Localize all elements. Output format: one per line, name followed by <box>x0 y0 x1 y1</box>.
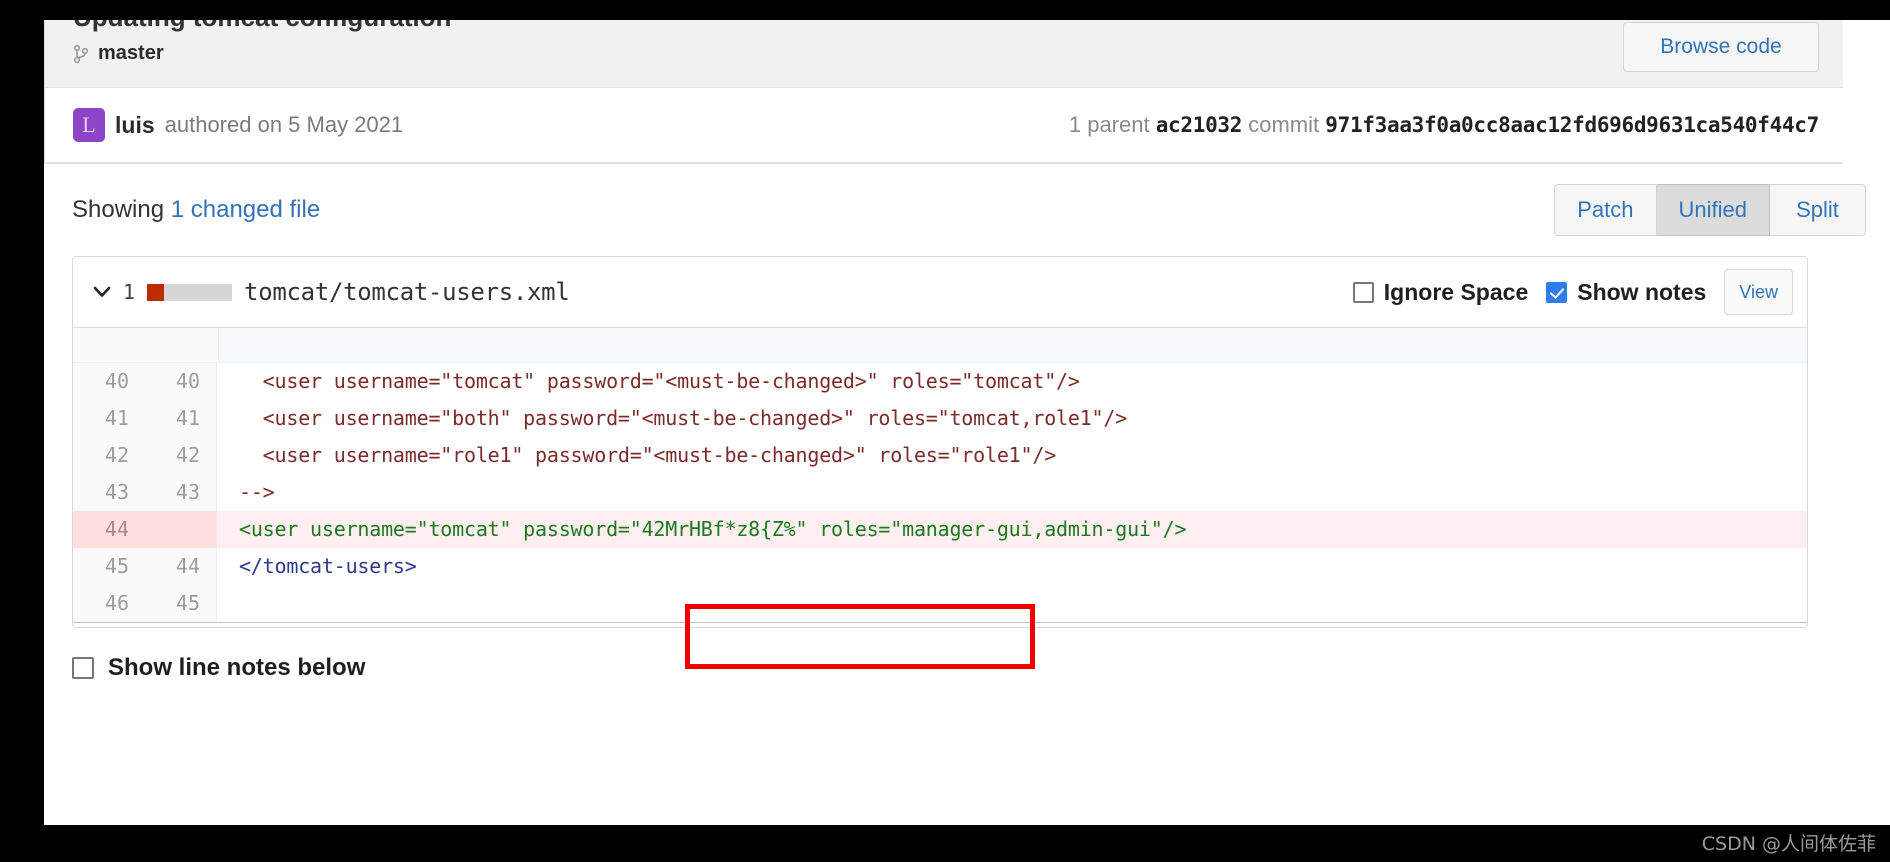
chevron-down-icon[interactable] <box>93 282 111 302</box>
parent-label: 1 parent <box>1068 112 1150 137</box>
view-file-button[interactable]: View <box>1724 269 1793 315</box>
diff-line[interactable]: 42 42 <user username="role1" password="<… <box>73 437 1807 474</box>
diff-line-removed[interactable]: 44 <user username="tomcat" password="42M… <box>73 511 1807 548</box>
changed-files-link[interactable]: 1 changed file <box>171 196 320 223</box>
ignore-space-checkbox[interactable] <box>1352 281 1374 303</box>
commit-header: Updating tomcat configuration master Br <box>45 20 1843 88</box>
new-line-number: 40 <box>145 363 217 400</box>
new-line-number <box>145 511 217 548</box>
commit-sha[interactable]: 971f3aa3f0a0cc8aac12fd696d9631ca540f44c7 <box>1325 113 1819 137</box>
show-line-notes-checkbox[interactable] <box>72 657 94 679</box>
old-line-number: 41 <box>73 400 145 437</box>
old-line-number: 42 <box>73 437 145 474</box>
tab-patch[interactable]: Patch <box>1554 184 1657 236</box>
old-line-number: 44 <box>73 511 145 548</box>
new-line-number: 41 <box>145 400 217 437</box>
new-line-number: 44 <box>145 548 217 585</box>
watermark: CSDN @人间体佐菲 <box>1701 833 1876 855</box>
diff-view-toggle: Patch Unified Split <box>1554 184 1866 236</box>
show-line-notes-row: Show line notes below <box>44 654 1890 682</box>
diff-line[interactable]: 41 41 <user username="both" password="<m… <box>73 400 1807 437</box>
diff-line-code: <user username="tomcat" password="42MrHB… <box>217 511 1807 548</box>
show-notes-checkbox[interactable] <box>1546 281 1568 303</box>
browse-code-button[interactable]: Browse code <box>1623 22 1819 72</box>
showing-prefix: Showing <box>72 196 165 223</box>
new-line-number: 43 <box>145 474 217 511</box>
file-path[interactable]: tomcat/tomcat-users.xml <box>244 278 570 306</box>
diff-line-code: <user username="role1" password="<must-b… <box>239 443 1057 467</box>
commit-label: commit <box>1248 112 1320 137</box>
ignore-space-label: Ignore Space <box>1383 278 1529 305</box>
old-line-number: 46 <box>73 585 145 622</box>
branch-icon <box>73 44 89 64</box>
diff-line-code: --> <box>239 480 275 504</box>
parent-sha[interactable]: ac21032 <box>1156 113 1243 137</box>
author-name[interactable]: luis <box>115 112 155 139</box>
page-title: Updating tomcat configuration <box>73 20 451 32</box>
diff-line-code <box>217 585 1807 622</box>
tab-split[interactable]: Split <box>1770 184 1866 236</box>
diff-line[interactable]: 45 44 </tomcat-users> <box>73 548 1807 585</box>
diff-line[interactable]: 40 40 <user username="tomcat" password="… <box>73 363 1807 400</box>
avatar: L <box>73 108 105 142</box>
diff-line-code: <user username="tomcat" password="<must-… <box>239 369 1080 393</box>
author-block: L luis authored on 5 May 2021 <box>73 108 403 142</box>
diff-line[interactable]: 43 43 --> <box>73 474 1807 511</box>
show-line-notes-label: Show line notes below <box>108 654 366 681</box>
branch-indicator: master <box>73 42 164 65</box>
old-line-number: 45 <box>73 548 145 585</box>
diff-body: 40 40 <user username="tomcat" password="… <box>73 328 1807 622</box>
diff-file-options: Ignore Space Show notes View <box>1352 269 1793 315</box>
diff-line-code: </tomcat-users> <box>239 554 417 578</box>
branch-name: master <box>98 42 164 64</box>
tab-unified[interactable]: Unified <box>1656 184 1770 236</box>
diff-file-header: 1 tomcat/tomcat-users.xml Ignore Space S… <box>73 257 1807 328</box>
old-line-number: 40 <box>73 363 145 400</box>
new-line-number: 45 <box>145 585 217 622</box>
diff-stat-bar <box>147 283 233 301</box>
showing-summary: Showing 1 changed file <box>72 196 320 224</box>
diff-bottom-rule <box>73 622 1807 627</box>
commit-page: Updating tomcat configuration master Br <box>44 20 1890 825</box>
screenshot-root: Updating tomcat configuration master Br <box>0 0 1890 862</box>
commit-meta-row: L luis authored on 5 May 2021 1 parent a… <box>45 88 1843 163</box>
old-line-number: 43 <box>73 474 145 511</box>
diff-hunk-spacer <box>73 328 1807 363</box>
commit-panel: Updating tomcat configuration master Br <box>44 20 1843 164</box>
change-count: 1 <box>123 280 136 304</box>
new-line-number: 42 <box>145 437 217 474</box>
diff-file-card: 1 tomcat/tomcat-users.xml Ignore Space S… <box>72 256 1808 628</box>
diff-line-code: <user username="both" password="<must-be… <box>239 406 1128 430</box>
diff-line[interactable]: 46 45 <box>73 585 1807 622</box>
showing-row: Showing 1 changed file Patch Unified Spl… <box>44 164 1890 256</box>
show-notes-label: Show notes <box>1577 278 1707 305</box>
authored-date: authored on 5 May 2021 <box>164 112 404 137</box>
diff-file-identity: 1 tomcat/tomcat-users.xml <box>93 278 570 306</box>
commit-sha-block: 1 parent ac21032 commit 971f3aa3f0a0cc8a… <box>1069 112 1819 138</box>
